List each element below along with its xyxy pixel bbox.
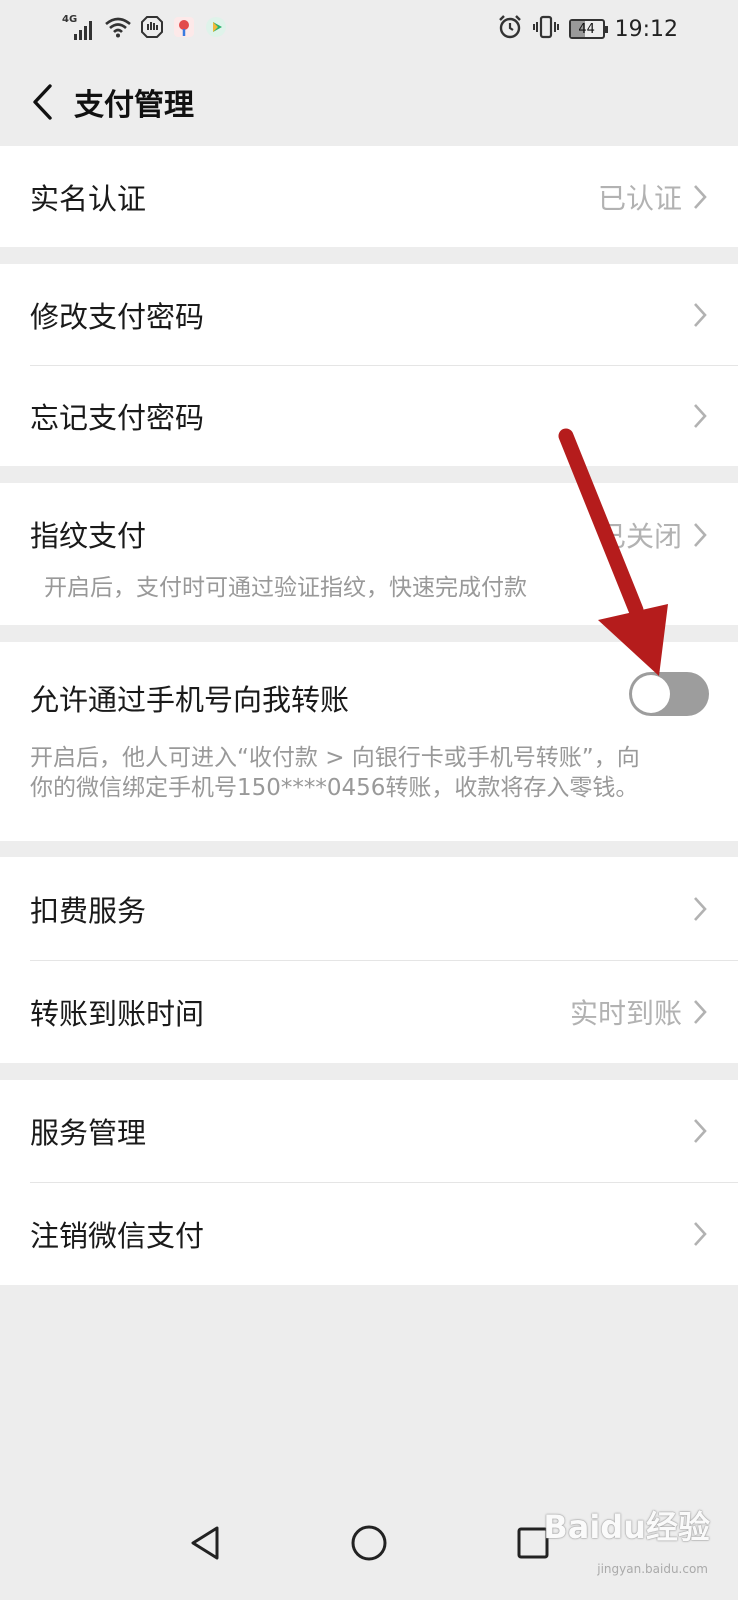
group-password: 修改支付密码 忘记支付密码 [0, 264, 738, 466]
toggle-knob [632, 675, 670, 713]
battery-icon: 44 [568, 19, 608, 39]
status-time: 19:12 [614, 16, 678, 42]
realname-status: 已认证 [597, 181, 682, 215]
system-home-button[interactable] [334, 1508, 404, 1578]
chevron-right-icon [694, 1221, 707, 1246]
map-app-icon [172, 15, 196, 43]
arrival-time-label: 转账到账时间 [30, 996, 205, 1031]
status-right-icons: 44 19:12 [497, 13, 678, 45]
arrival-time-row[interactable]: 转账到账时间 实时到账 [0, 960, 738, 1063]
page-title: 支付管理 [74, 88, 194, 123]
status-bar: 4G 44 19:12 [0, 0, 738, 58]
chevron-right-icon [694, 999, 707, 1024]
chevron-left-icon [33, 84, 52, 120]
row-divider [30, 1182, 738, 1183]
play-app-icon [204, 15, 228, 43]
service-manage-row[interactable]: 服务管理 [0, 1080, 738, 1182]
baidu-watermark-logo: Baidu经验 [543, 1508, 710, 1546]
cancel-wechat-pay-label: 注销微信支付 [30, 1218, 205, 1253]
chevron-right-icon [694, 302, 707, 327]
chevron-right-icon [694, 1119, 707, 1143]
deduction-service-row[interactable]: 扣费服务 [0, 857, 738, 960]
realname-label: 实名认证 [30, 181, 147, 216]
baidu-watermark-url: jingyan.baidu.com [597, 1562, 708, 1576]
row-divider [30, 960, 738, 961]
forgot-password-row[interactable]: 忘记支付密码 [0, 365, 738, 466]
realname-row[interactable]: 实名认证 已认证 [0, 146, 738, 247]
phone-transfer-description: 开启后，他人可进入“收付款 > 向银行卡或手机号转账”，向 你的微信绑定手机号1… [30, 743, 738, 803]
wifi-icon [104, 16, 132, 42]
fingerprint-row[interactable]: 指纹支付 开启后，支付时可通过验证指纹，快速完成付款 已关闭 [0, 483, 738, 625]
arrival-time-value: 实时到账 [569, 996, 682, 1030]
group-fingerprint: 指纹支付 开启后，支付时可通过验证指纹，快速完成付款 已关闭 [0, 483, 738, 625]
phone-transfer-toggle[interactable] [629, 672, 709, 716]
cancel-wechat-pay-row[interactable]: 注销微信支付 [0, 1182, 738, 1285]
alarm-icon [497, 14, 523, 44]
group-manage: 服务管理 注销微信支付 [0, 1080, 738, 1285]
header: 支付管理 [0, 58, 738, 146]
fingerprint-status: 已关闭 [597, 520, 682, 553]
status-left-icons: 4G [62, 14, 228, 44]
vibrate-icon [532, 14, 559, 44]
group-services: 扣费服务 转账到账时间 实时到账 [0, 857, 738, 1063]
battery-level: 44 [578, 21, 595, 37]
fingerprint-description: 开启后，支付时可通过验证指纹，快速完成付款 [44, 575, 527, 601]
phone-transfer-desc-line1: 开启后，他人可进入“收付款 > 向银行卡或手机号转账”，向 [30, 745, 640, 771]
change-password-label: 修改支付密码 [30, 299, 205, 334]
system-back-button[interactable] [170, 1508, 240, 1578]
chevron-right-icon [694, 403, 707, 428]
chevron-right-icon [694, 184, 707, 209]
fingerprint-label: 指纹支付 [30, 519, 147, 553]
back-button[interactable] [16, 76, 68, 128]
deduction-service-label: 扣费服务 [30, 893, 147, 928]
service-manage-label: 服务管理 [30, 1116, 147, 1150]
row-divider [30, 365, 738, 366]
group-realname: 实名认证 已认证 [0, 146, 738, 247]
phone-transfer-label: 允许通过手机号向我转账 [30, 683, 350, 717]
triangle-back-icon [191, 1526, 219, 1560]
circle-home-icon [351, 1525, 387, 1561]
phone-transfer-desc-line2: 你的微信绑定手机号150****0456转账，收款将存入零钱。 [30, 775, 639, 801]
phone-transfer-row: 允许通过手机号向我转账 开启后，他人可进入“收付款 > 向银行卡或手机号转账”，… [0, 642, 738, 841]
change-password-row[interactable]: 修改支付密码 [0, 264, 738, 365]
hand-icon [140, 15, 164, 43]
signal-icon: 4G [62, 14, 96, 42]
chevron-right-icon [694, 896, 707, 921]
group-phone-transfer: 允许通过手机号向我转账 开启后，他人可进入“收付款 > 向银行卡或手机号转账”，… [0, 642, 738, 841]
forgot-password-label: 忘记支付密码 [30, 400, 205, 435]
chevron-right-icon [694, 523, 707, 547]
